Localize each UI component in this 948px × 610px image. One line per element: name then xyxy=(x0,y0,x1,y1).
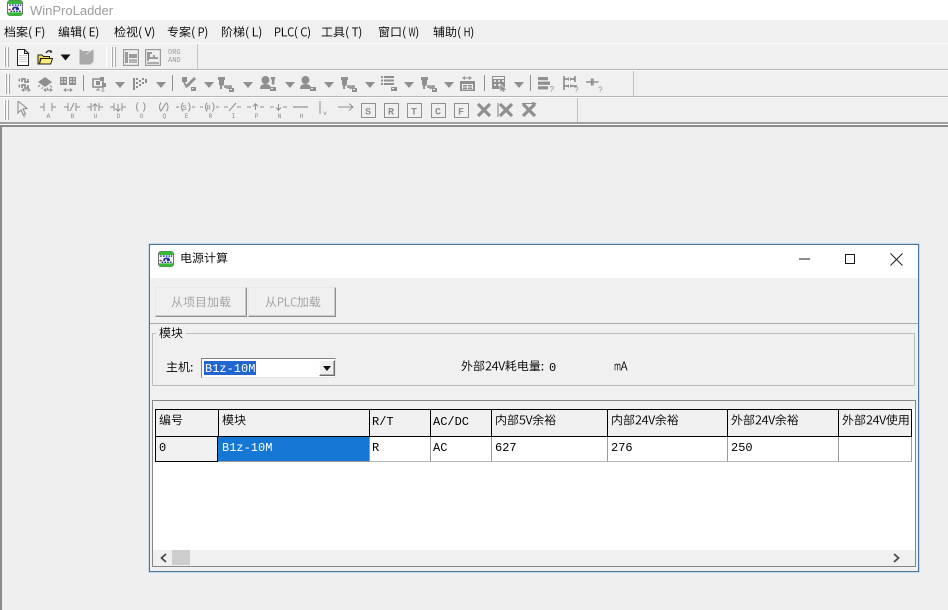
svg-text:F: F xyxy=(458,108,464,119)
svg-text:C: C xyxy=(435,108,441,119)
svg-text:?: ? xyxy=(550,85,555,93)
svg-text:U: U xyxy=(94,113,98,119)
svg-text:P: P xyxy=(255,113,259,119)
svg-text:O: O xyxy=(140,113,144,119)
svg-text:Q: Q xyxy=(163,113,167,119)
svg-text:T: T xyxy=(411,108,417,119)
svg-text:?: ? xyxy=(598,86,603,94)
svg-text:D: D xyxy=(117,113,121,119)
svg-text:A: A xyxy=(47,113,51,119)
svg-text:H: H xyxy=(300,113,304,119)
svg-text:v: v xyxy=(323,110,327,117)
svg-text:S: S xyxy=(183,105,187,113)
svg-text:s: s xyxy=(22,113,26,119)
svg-text:?: ? xyxy=(574,86,579,94)
svg-text:R: R xyxy=(209,113,213,119)
svg-text:S: S xyxy=(365,108,371,119)
svg-text:R: R xyxy=(207,105,212,113)
svg-text:R: R xyxy=(388,108,394,119)
svg-text:N: N xyxy=(278,113,282,119)
svg-text:B: B xyxy=(71,113,75,119)
svg-text:I: I xyxy=(232,113,236,119)
svg-text:E: E xyxy=(185,113,189,119)
